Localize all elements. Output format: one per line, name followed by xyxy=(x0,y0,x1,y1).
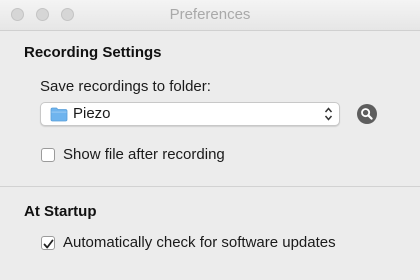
auto-update-label[interactable]: Automatically check for software updates xyxy=(63,234,336,251)
show-file-label[interactable]: Show file after recording xyxy=(63,146,225,163)
title-bar[interactable]: Preferences xyxy=(0,0,420,31)
at-startup-heading: At Startup xyxy=(24,203,97,220)
checkmark-icon xyxy=(43,237,54,255)
folder-label: Save recordings to folder: xyxy=(40,78,211,95)
recording-settings-heading: Recording Settings xyxy=(24,44,162,61)
magnifier-icon xyxy=(357,108,377,128)
auto-update-checkbox[interactable] xyxy=(41,236,55,250)
folder-popup-value: Piezo xyxy=(73,105,111,122)
folder-popup[interactable]: Piezo xyxy=(40,102,340,126)
folder-icon xyxy=(50,107,68,127)
reveal-folder-button[interactable] xyxy=(357,104,377,124)
show-file-checkbox[interactable] xyxy=(41,148,55,162)
section-divider xyxy=(0,186,420,187)
chevron-up-down-icon xyxy=(324,106,333,127)
window-title: Preferences xyxy=(169,6,251,23)
